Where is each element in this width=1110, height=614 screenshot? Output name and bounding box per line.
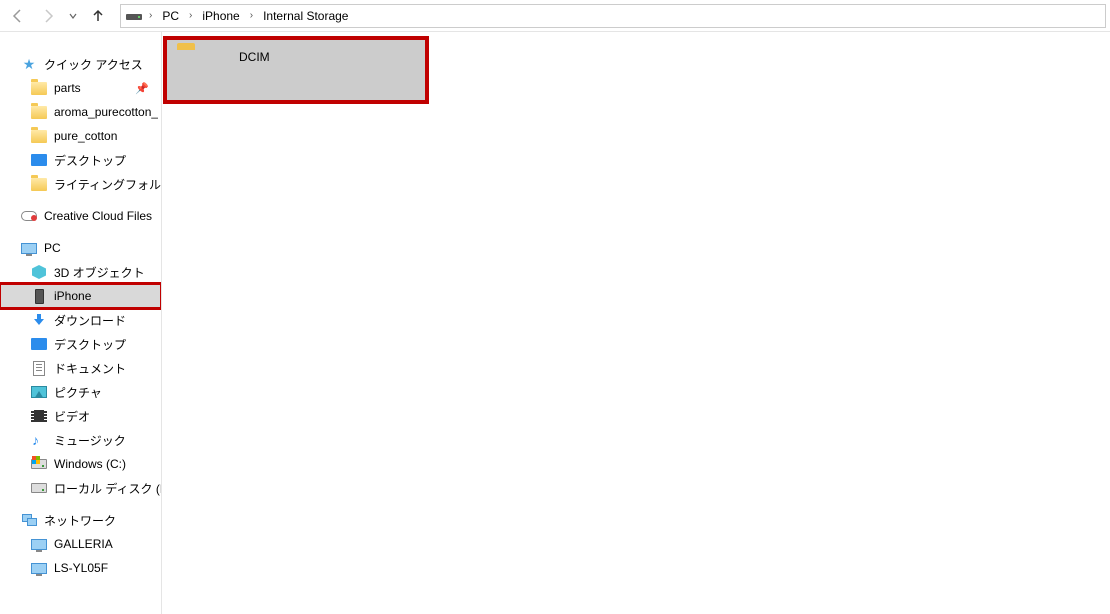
folder-icon: [177, 50, 223, 90]
sidebar-item-galleria[interactable]: GALLERIA: [0, 532, 161, 556]
chevron-right-icon[interactable]: ›: [246, 10, 257, 21]
sidebar-item-label: ビデオ: [54, 408, 90, 425]
3d-icon: [30, 263, 48, 281]
folder-icon: [30, 79, 48, 97]
sidebar-item-desktop[interactable]: デスクトップ: [0, 332, 161, 356]
sidebar-item-downloads[interactable]: ダウンロード: [0, 308, 161, 332]
monitor-icon: [20, 239, 38, 257]
sidebar-quick-access[interactable]: ★ クイック アクセス: [0, 52, 161, 76]
sidebar-item-label: デスクトップ: [54, 152, 126, 169]
sidebar-item-label: pure_cotton: [54, 129, 117, 143]
sidebar-item-windows-c[interactable]: Windows (C:): [0, 452, 161, 476]
sidebar-item-label: aroma_purecotton_: [54, 105, 158, 119]
forward-button[interactable]: [34, 3, 62, 29]
sidebar-item-iphone[interactable]: iPhone: [0, 284, 161, 308]
breadcrumb-segment-internal-storage[interactable]: Internal Storage: [259, 5, 352, 27]
chevron-right-icon[interactable]: ›: [145, 10, 156, 21]
folder-item-dcim[interactable]: DCIM: [167, 40, 425, 100]
sidebar-network[interactable]: ネットワーク: [0, 508, 161, 532]
folder-icon: [30, 175, 48, 193]
sidebar-item-label: ミュージック: [54, 432, 126, 449]
monitor-icon: [30, 535, 48, 553]
sidebar-item-writing-folder[interactable]: ライティングフォルダ: [0, 172, 161, 196]
sidebar-item-label: Windows (C:): [54, 457, 126, 471]
download-icon: [30, 311, 48, 329]
navigation-pane: ★ クイック アクセス parts 📌 aroma_purecotton_ pu…: [0, 32, 162, 614]
folder-icon: [30, 103, 48, 121]
sidebar-item-parts[interactable]: parts 📌: [0, 76, 161, 100]
sidebar-item-videos[interactable]: ビデオ: [0, 404, 161, 428]
sidebar-item-lsyl05f[interactable]: LS-YL05F: [0, 556, 161, 580]
video-icon: [30, 407, 48, 425]
phone-icon: [30, 287, 48, 305]
content-pane[interactable]: DCIM: [162, 32, 1110, 614]
picture-icon: [30, 383, 48, 401]
monitor-icon: [30, 559, 48, 577]
desktop-icon: [30, 151, 48, 169]
sidebar-item-label: LS-YL05F: [54, 561, 108, 575]
sidebar-label: Creative Cloud Files: [44, 209, 152, 223]
sidebar-item-label: ローカル ディスク (D:): [54, 480, 161, 497]
sidebar-label: ネットワーク: [44, 512, 116, 529]
sidebar-label: クイック アクセス: [44, 56, 143, 73]
sidebar-item-aroma[interactable]: aroma_purecotton_: [0, 100, 161, 124]
address-bar[interactable]: › PC › iPhone › Internal Storage: [120, 4, 1106, 28]
sidebar-item-3d-objects[interactable]: 3D オブジェクト: [0, 260, 161, 284]
sidebar-pc[interactable]: PC: [0, 236, 161, 260]
folder-name: DCIM: [239, 50, 270, 64]
folder-icon: [30, 127, 48, 145]
network-icon: [20, 511, 38, 529]
up-button[interactable]: [84, 3, 112, 29]
back-button[interactable]: [4, 3, 32, 29]
navigation-bar: › PC › iPhone › Internal Storage: [0, 0, 1110, 32]
sidebar-creative-cloud[interactable]: Creative Cloud Files: [0, 204, 161, 228]
recent-locations-button[interactable]: [64, 3, 82, 29]
sidebar-item-label: 3D オブジェクト: [54, 264, 145, 281]
sidebar-item-label: parts: [54, 81, 81, 95]
sidebar-item-purecotton[interactable]: pure_cotton: [0, 124, 161, 148]
desktop-icon: [30, 335, 48, 353]
breadcrumb-segment-iphone[interactable]: iPhone: [198, 5, 243, 27]
sidebar-item-pictures[interactable]: ピクチャ: [0, 380, 161, 404]
sidebar-item-label: ピクチャ: [54, 384, 102, 401]
sidebar-item-label: GALLERIA: [54, 537, 113, 551]
sidebar-item-label: デスクトップ: [54, 336, 126, 353]
sidebar-item-label: ダウンロード: [54, 312, 126, 329]
sidebar-item-label: ライティングフォルダ: [54, 176, 161, 193]
sidebar-item-label: iPhone: [54, 289, 91, 303]
storage-icon: [125, 8, 143, 24]
sidebar-item-label: ドキュメント: [54, 360, 126, 377]
cloud-icon: [20, 207, 38, 225]
pin-icon: 📌: [135, 82, 149, 95]
main-area: ★ クイック アクセス parts 📌 aroma_purecotton_ pu…: [0, 32, 1110, 614]
chevron-right-icon[interactable]: ›: [185, 10, 196, 21]
drive-win-icon: [30, 455, 48, 473]
drive-icon: [30, 479, 48, 497]
music-icon: [30, 431, 48, 449]
sidebar-item-local-d[interactable]: ローカル ディスク (D:): [0, 476, 161, 500]
breadcrumb-segment-pc[interactable]: PC: [158, 5, 183, 27]
document-icon: [30, 359, 48, 377]
sidebar-item-documents[interactable]: ドキュメント: [0, 356, 161, 380]
sidebar-item-desktop-qa[interactable]: デスクトップ: [0, 148, 161, 172]
sidebar-item-music[interactable]: ミュージック: [0, 428, 161, 452]
sidebar-label: PC: [44, 241, 61, 255]
star-icon: ★: [20, 55, 38, 73]
